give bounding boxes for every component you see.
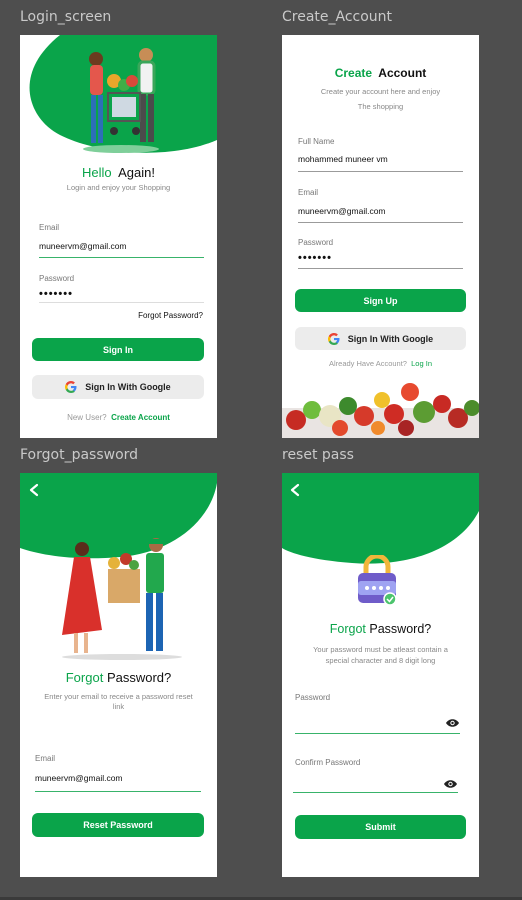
confirm-password-underline[interactable] — [293, 792, 458, 793]
confirm-password-label: Confirm Password — [295, 758, 361, 767]
email-underline — [39, 257, 204, 258]
forgot-heading-forgot: Forgot — [65, 670, 104, 685]
show-confirm-password-icon[interactable] — [443, 779, 458, 789]
frame-title-create-account: Create_Account — [282, 9, 393, 25]
already-have-account-text: Already Have Account? — [329, 359, 407, 368]
full-name-field[interactable]: mohammed muneer vm — [298, 154, 388, 164]
create-subtitle-line2: The shopping — [357, 102, 404, 111]
create-account-screen: Create Account Create your account here … — [282, 35, 479, 438]
google-icon — [327, 332, 340, 345]
frame-title-login: Login_screen — [20, 9, 112, 25]
submit-button[interactable]: Submit — [295, 815, 466, 839]
email-label: Email — [298, 188, 319, 197]
show-password-icon[interactable] — [445, 718, 460, 728]
password-underline — [39, 302, 204, 303]
reset-heading: Forgot Password? — [282, 622, 479, 636]
frame-title-reset-pass: reset pass — [282, 447, 354, 463]
reset-pass-screen: Forgot Password? Your password must be a… — [282, 473, 479, 877]
email-underline — [35, 791, 201, 792]
create-account-heading-create: Create — [334, 66, 373, 80]
login-screen: Hello Again! Login and enjoy your Shoppi… — [20, 35, 217, 438]
password-underline — [298, 268, 463, 269]
google-sign-in-label: Sign In With Google — [85, 382, 171, 392]
full-name-label: Full Name — [298, 137, 335, 146]
google-sign-in-button[interactable]: Sign In With Google — [32, 375, 204, 399]
google-icon — [65, 381, 77, 393]
sign-up-button[interactable]: Sign Up — [295, 289, 466, 312]
email-label: Email — [35, 754, 56, 763]
login-subtitle: Login and enjoy your Shopping — [66, 183, 171, 192]
vegetables-image — [282, 383, 479, 438]
frame-title-forgot-password: Forgot_password — [20, 447, 139, 463]
sign-in-button[interactable]: Sign In — [32, 338, 204, 361]
create-subtitle-line1: Create your account here and enjoy — [320, 87, 441, 96]
new-user-text: New User? — [67, 413, 107, 422]
delivery-illustration — [62, 538, 182, 660]
login-row: Already Have Account? Log In — [282, 359, 479, 368]
back-arrow-icon[interactable] — [28, 483, 40, 497]
password-field[interactable]: ••••••• — [39, 288, 73, 300]
forgot-password-screen: Forgot Password? Enter your email to rec… — [20, 473, 217, 877]
reset-description: Your password must be atleast contain a … — [313, 645, 448, 665]
create-account-heading-account: Account — [378, 66, 427, 80]
password-label: Password — [295, 693, 331, 702]
reset-heading-password: Password? — [369, 622, 432, 636]
login-heading-hello: Hello — [81, 165, 112, 180]
create-account-row: New User? Create Account — [20, 413, 217, 422]
reset-password-button[interactable]: Reset Password — [32, 813, 204, 837]
google-sign-in-label: Sign In With Google — [347, 333, 434, 344]
shopping-couple-illustration — [83, 48, 159, 153]
log-in-link[interactable]: Log In — [411, 359, 432, 368]
email-field[interactable]: muneervm@gmail.com — [298, 206, 386, 216]
password-field[interactable]: ••••••• — [298, 252, 332, 264]
create-account-heading: Create Account — [282, 66, 479, 80]
email-label: Email — [39, 223, 60, 232]
google-sign-in-button[interactable]: Sign In With Google — [295, 327, 466, 350]
back-arrow-icon[interactable] — [289, 483, 301, 497]
email-underline — [298, 222, 463, 223]
password-label: Password — [298, 238, 334, 247]
email-field[interactable]: muneervm@gmail.com — [39, 241, 127, 251]
forgot-heading-password: Password? — [106, 670, 172, 685]
forgot-password-link[interactable]: Forgot Password? — [138, 311, 203, 320]
login-heading: Hello Again! — [20, 165, 217, 180]
password-underline[interactable] — [295, 733, 460, 734]
full-name-underline — [298, 171, 463, 172]
password-label: Password — [39, 274, 75, 283]
email-field[interactable]: muneervm@gmail.com — [35, 773, 123, 783]
login-heading-again: Again! — [118, 165, 155, 180]
reset-heading-forgot: Forgot — [329, 622, 366, 636]
lock-icon — [358, 555, 397, 606]
forgot-heading: Forgot Password? — [20, 670, 217, 685]
create-account-link[interactable]: Create Account — [111, 413, 170, 422]
forgot-description: Enter your email to receive a password r… — [44, 692, 193, 711]
